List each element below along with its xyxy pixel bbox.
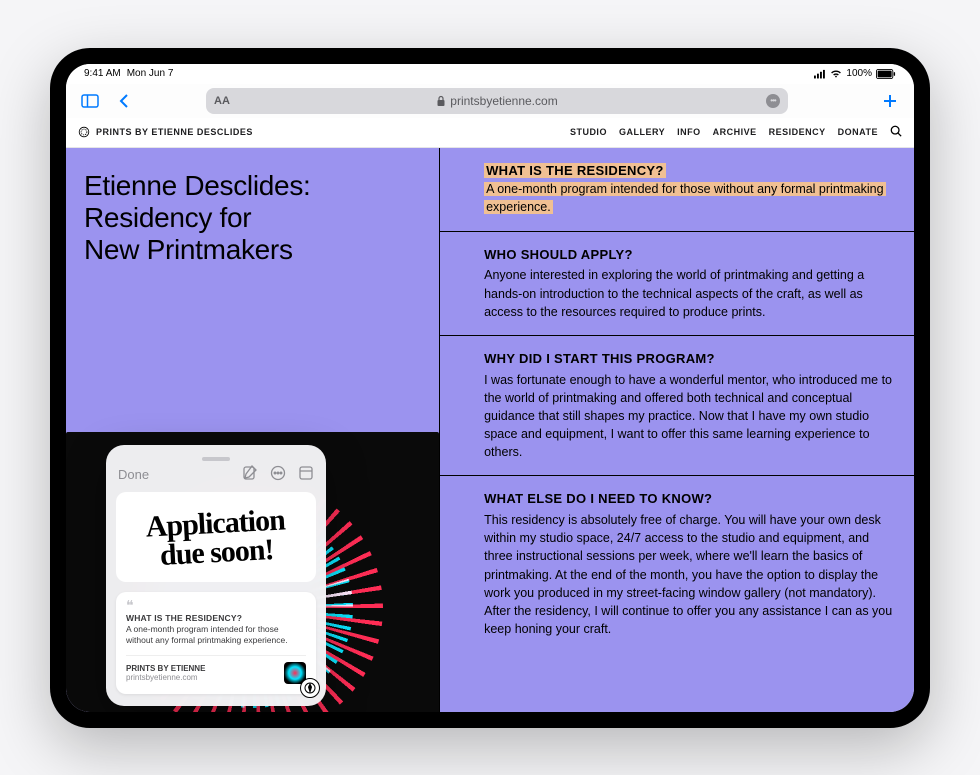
status-time: 9:41 AM	[84, 68, 121, 79]
search-icon[interactable]	[890, 125, 902, 139]
brand-logo-icon	[78, 126, 90, 138]
ipad-device-frame: 9:41 AM Mon Jun 7 100% AA	[50, 48, 930, 728]
lock-icon	[436, 95, 446, 107]
nav-gallery[interactable]: GALLERY	[619, 127, 665, 137]
faq-question: WHAT IS THE RESIDENCY?	[484, 163, 666, 178]
right-column[interactable]: WHAT IS THE RESIDENCY? A one-month progr…	[439, 148, 914, 712]
faq-answer: This residency is absolutely free of cha…	[484, 511, 898, 638]
safari-compass-icon	[300, 678, 320, 698]
nav-archive[interactable]: ARCHIVE	[713, 127, 757, 137]
site-nav: STUDIO GALLERY INFO ARCHIVE RESIDENCY DO…	[570, 125, 902, 139]
status-date: Mon Jun 7	[127, 68, 174, 79]
address-bar[interactable]: AA printsbyetienne.com •••	[206, 88, 788, 114]
more-icon[interactable]	[270, 465, 286, 484]
page-settings-button[interactable]: •••	[766, 94, 780, 108]
nav-donate[interactable]: DONATE	[838, 127, 878, 137]
faq-question: WHAT ELSE DO I NEED TO KNOW?	[484, 490, 898, 509]
sidebar-toggle-button[interactable]	[78, 89, 102, 113]
compose-icon[interactable]	[242, 465, 258, 484]
quick-note-panel[interactable]: Done Application due soon! ❝ WHAT IS THE…	[106, 445, 326, 706]
quote-icon: ❝	[126, 602, 306, 609]
cellular-signal-icon	[814, 69, 826, 79]
text-size-button[interactable]: AA	[214, 95, 230, 107]
safari-toolbar: AA printsbyetienne.com •••	[66, 84, 914, 118]
clip-body: A one-month program intended for those w…	[126, 624, 306, 647]
nav-studio[interactable]: STUDIO	[570, 127, 607, 137]
url-text: printsbyetienne.com	[450, 94, 557, 108]
clip-title: WHAT IS THE RESIDENCY?	[126, 613, 306, 623]
faq-answer: A one-month program intended for those w…	[484, 182, 885, 214]
nav-info[interactable]: INFO	[677, 127, 701, 137]
site-header: PRINTS BY ETIENNE DESCLIDES STUDIO GALLE…	[66, 118, 914, 148]
faq-question: WHO SHOULD APPLY?	[484, 246, 898, 265]
battery-percentage: 100%	[846, 68, 872, 79]
quick-note-link-clip[interactable]: ❝ WHAT IS THE RESIDENCY? A one-month pro…	[116, 592, 316, 694]
site-brand[interactable]: PRINTS BY ETIENNE DESCLIDES	[78, 126, 253, 138]
quick-note-grabber[interactable]	[106, 445, 326, 465]
back-button[interactable]	[112, 89, 136, 113]
faq-answer: I was fortunate enough to have a wonderf…	[484, 371, 898, 462]
grid-icon[interactable]	[298, 465, 314, 484]
new-tab-button[interactable]	[878, 89, 902, 113]
clip-source-name: PRINTS BY ETIENNE	[126, 664, 205, 673]
faq-item: WHO SHOULD APPLY? Anyone interested in e…	[440, 232, 914, 336]
page-content: Etienne Desclides: Residency for New Pri…	[66, 148, 914, 712]
ipad-screen: 9:41 AM Mon Jun 7 100% AA	[66, 64, 914, 712]
clip-source-url: printsbyetienne.com	[126, 673, 205, 682]
faq-answer: Anyone interested in exploring the world…	[484, 266, 898, 320]
quick-note-canvas[interactable]: Application due soon!	[116, 492, 316, 582]
quick-note-toolbar: Done	[106, 465, 326, 492]
faq-item: WHAT IS THE RESIDENCY? A one-month progr…	[440, 148, 914, 232]
page-title: Etienne Desclides: Residency for New Pri…	[84, 170, 421, 267]
faq-question: WHY DID I START THIS PROGRAM?	[484, 350, 898, 369]
battery-icon	[876, 69, 896, 79]
status-bar: 9:41 AM Mon Jun 7 100%	[66, 64, 914, 84]
handwritten-text: Application due soon!	[123, 505, 310, 572]
nav-residency[interactable]: RESIDENCY	[769, 127, 826, 137]
faq-item: WHAT ELSE DO I NEED TO KNOW? This reside…	[440, 476, 914, 652]
faq-item: WHY DID I START THIS PROGRAM? I was fort…	[440, 336, 914, 476]
done-button[interactable]: Done	[118, 467, 149, 482]
wifi-icon	[830, 69, 842, 79]
brand-name: PRINTS BY ETIENNE DESCLIDES	[96, 127, 253, 137]
